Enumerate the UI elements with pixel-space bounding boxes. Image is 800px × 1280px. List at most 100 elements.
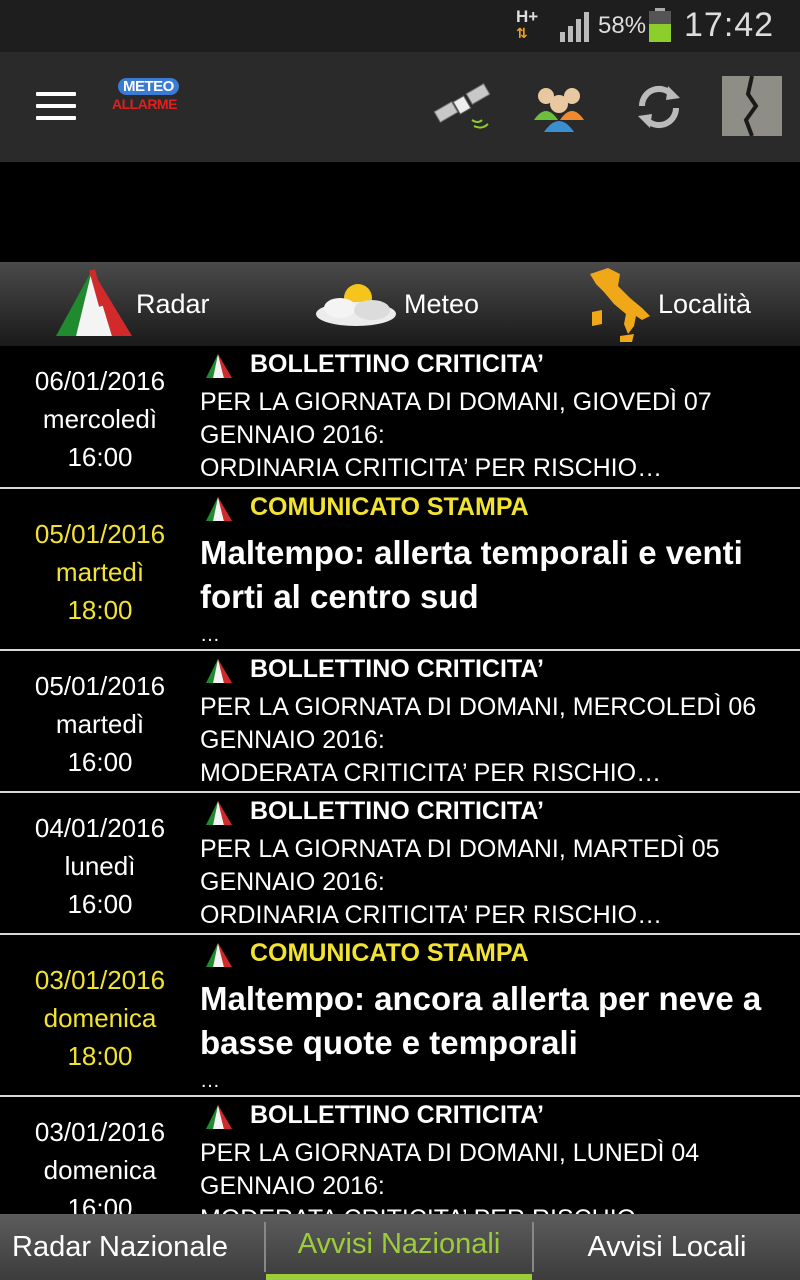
item-date-value: 05/01/2016 bbox=[34, 671, 166, 701]
item-text-line: GENNAIO 2016: bbox=[200, 1172, 385, 1200]
alert-logo-icon bbox=[206, 354, 232, 378]
item-header: COMUNICATO STAMPA bbox=[200, 935, 800, 975]
item-date: 05/01/2016 martedì 16:00 bbox=[0, 667, 200, 781]
status-bar: H+ ⇅ 58% 17:42 bbox=[0, 0, 800, 52]
alert-logo-icon bbox=[206, 659, 232, 683]
item-header: BOLLETTINO CRITICITA’ bbox=[200, 793, 800, 833]
item-day: mercoledì bbox=[42, 404, 158, 434]
radar-icon bbox=[56, 269, 132, 336]
nav-meteo[interactable]: Meteo bbox=[310, 262, 479, 346]
list-item[interactable]: 03/01/2016 domenica 18:00 COMUNICATO STA… bbox=[0, 935, 800, 1097]
item-date-value: 03/01/2016 bbox=[34, 965, 166, 995]
item-content: COMUNICATO STAMPA Maltempo: ancora aller… bbox=[200, 935, 800, 1091]
alert-logo-icon bbox=[206, 943, 232, 967]
action-bar: METEO ALLARME bbox=[0, 52, 800, 162]
list-item[interactable]: 05/01/2016 martedì 18:00 COMUNICATO STAM… bbox=[0, 489, 800, 651]
item-content: BOLLETTINO CRITICITA’ PER LA GIORNATA DI… bbox=[200, 651, 800, 790]
nav-localita[interactable]: Località bbox=[584, 262, 751, 346]
item-date: 03/01/2016 domenica 16:00 bbox=[0, 1113, 200, 1214]
people-icon[interactable] bbox=[528, 76, 590, 138]
item-ellipsis: … bbox=[200, 1070, 220, 1092]
item-content: COMUNICATO STAMPA Maltempo: allerta temp… bbox=[200, 489, 800, 645]
alert-logo-icon bbox=[206, 497, 232, 521]
ad-space bbox=[0, 162, 800, 262]
item-title: BOLLETTINO CRITICITA’ bbox=[250, 655, 544, 683]
network-type-indicator: H+ ⇅ bbox=[516, 8, 544, 44]
item-text-line: ORDINARIA CRITICITA’ PER RISCHIO… bbox=[200, 901, 663, 929]
menu-icon-bar bbox=[36, 92, 76, 96]
item-day: martedì bbox=[55, 557, 145, 587]
list-item[interactable]: 06/01/2016 mercoledì 16:00 BOLLETTINO CR… bbox=[0, 346, 800, 489]
item-time: 16:00 bbox=[67, 442, 133, 472]
battery-icon bbox=[649, 8, 671, 42]
signal-strength-icon bbox=[560, 12, 589, 42]
item-headline-line: Maltempo: allerta temporali e venti bbox=[200, 534, 743, 571]
photo-thumbnail[interactable] bbox=[722, 75, 782, 137]
alert-logo-icon bbox=[206, 801, 232, 825]
item-content: BOLLETTINO CRITICITA’ PER LA GIORNATA DI… bbox=[200, 793, 800, 932]
item-header: BOLLETTINO CRITICITA’ bbox=[200, 346, 800, 386]
item-date-value: 05/01/2016 bbox=[34, 519, 166, 549]
list-item[interactable]: 05/01/2016 martedì 16:00 BOLLETTINO CRIT… bbox=[0, 651, 800, 793]
app-logo[interactable]: METEO ALLARME bbox=[110, 74, 182, 138]
item-content: BOLLETTINO CRITICITA’ PER LA GIORNATA DI… bbox=[200, 1097, 800, 1214]
item-date-value: 06/01/2016 bbox=[34, 366, 166, 396]
list-item[interactable]: 03/01/2016 domenica 16:00 BOLLETTINO CRI… bbox=[0, 1097, 800, 1214]
item-text-line: PER LA GIORNATA DI DOMANI, MERCOLEDÌ 06 bbox=[200, 693, 757, 721]
item-time: 18:00 bbox=[67, 595, 133, 625]
menu-icon-bar bbox=[36, 104, 76, 108]
item-title: COMUNICATO STAMPA bbox=[250, 939, 529, 967]
crack-photo-image bbox=[722, 75, 782, 137]
item-ellipsis: … bbox=[200, 624, 220, 646]
item-text-line: GENNAIO 2016: bbox=[200, 868, 385, 896]
weather-icon bbox=[316, 284, 396, 326]
tab-avvisi-locali[interactable]: Avvisi Locali bbox=[534, 1214, 800, 1280]
item-time: 16:00 bbox=[67, 747, 133, 777]
item-text-line: PER LA GIORNATA DI DOMANI, LUNEDÌ 04 bbox=[200, 1139, 700, 1167]
tab-avvisi-nazionali[interactable]: Avvisi Nazionali bbox=[266, 1214, 532, 1280]
item-header: COMUNICATO STAMPA bbox=[200, 489, 800, 529]
logo-text-top: METEO bbox=[118, 78, 179, 95]
bulletin-list: 06/01/2016 mercoledì 16:00 BOLLETTINO CR… bbox=[0, 346, 800, 1214]
item-text-line: MODERATA CRITICITA’ PER RISCHIO… bbox=[200, 759, 662, 787]
nav-localita-label: Località bbox=[658, 288, 752, 319]
item-title: COMUNICATO STAMPA bbox=[250, 493, 529, 521]
item-text-line: PER LA GIORNATA DI DOMANI, MARTEDÌ 05 bbox=[200, 835, 720, 863]
item-header: BOLLETTINO CRITICITA’ bbox=[200, 1097, 800, 1137]
item-day: domenica bbox=[43, 1003, 157, 1033]
item-text-line: PER LA GIORNATA DI DOMANI, GIOVEDÌ 07 bbox=[200, 388, 712, 416]
item-text-line: GENNAIO 2016: bbox=[200, 726, 385, 754]
item-time: 16:00 bbox=[67, 1193, 133, 1214]
item-date-value: 03/01/2016 bbox=[34, 1117, 166, 1147]
bottom-tab-bar: Radar Nazionale Avvisi Nazionali Avvisi … bbox=[0, 1214, 800, 1280]
refresh-icon[interactable] bbox=[628, 76, 690, 138]
item-date-value: 04/01/2016 bbox=[34, 813, 166, 843]
menu-icon-bar bbox=[36, 116, 76, 120]
list-item[interactable]: 04/01/2016 lunedì 16:00 BOLLETTINO CRITI… bbox=[0, 793, 800, 935]
clock: 17:42 bbox=[684, 6, 775, 44]
item-title: BOLLETTINO CRITICITA’ bbox=[250, 797, 544, 825]
italy-map-icon bbox=[590, 268, 650, 342]
item-time: 18:00 bbox=[67, 1041, 133, 1071]
satellite-icon[interactable] bbox=[432, 76, 494, 138]
top-nav: Radar Meteo Località bbox=[0, 262, 800, 346]
nav-meteo-label: Meteo bbox=[404, 288, 480, 319]
item-text-line: ORDINARIA CRITICITA’ PER RISCHIO… bbox=[200, 454, 663, 482]
item-title: BOLLETTINO CRITICITA’ bbox=[250, 1101, 544, 1129]
logo-text-bottom: ALLARME bbox=[112, 96, 177, 112]
item-headline-line: basse quote e temporali bbox=[200, 1024, 578, 1061]
item-time: 16:00 bbox=[67, 889, 133, 919]
item-content: BOLLETTINO CRITICITA’ PER LA GIORNATA DI… bbox=[200, 346, 800, 485]
tab-radar-nazionale[interactable]: Radar Nazionale bbox=[0, 1214, 264, 1280]
item-title: BOLLETTINO CRITICITA’ bbox=[250, 350, 544, 378]
network-type-label: H+ bbox=[516, 7, 539, 26]
item-headline-line: forti al centro sud bbox=[200, 578, 479, 615]
item-day: lunedì bbox=[64, 851, 136, 881]
item-day: martedì bbox=[55, 709, 145, 739]
menu-icon[interactable] bbox=[36, 92, 76, 122]
nav-radar-label: Radar bbox=[136, 288, 210, 319]
item-day: domenica bbox=[43, 1155, 157, 1185]
item-date: 06/01/2016 mercoledì 16:00 bbox=[0, 362, 200, 476]
nav-radar[interactable]: Radar bbox=[52, 262, 210, 346]
alert-logo-icon bbox=[206, 1105, 232, 1129]
